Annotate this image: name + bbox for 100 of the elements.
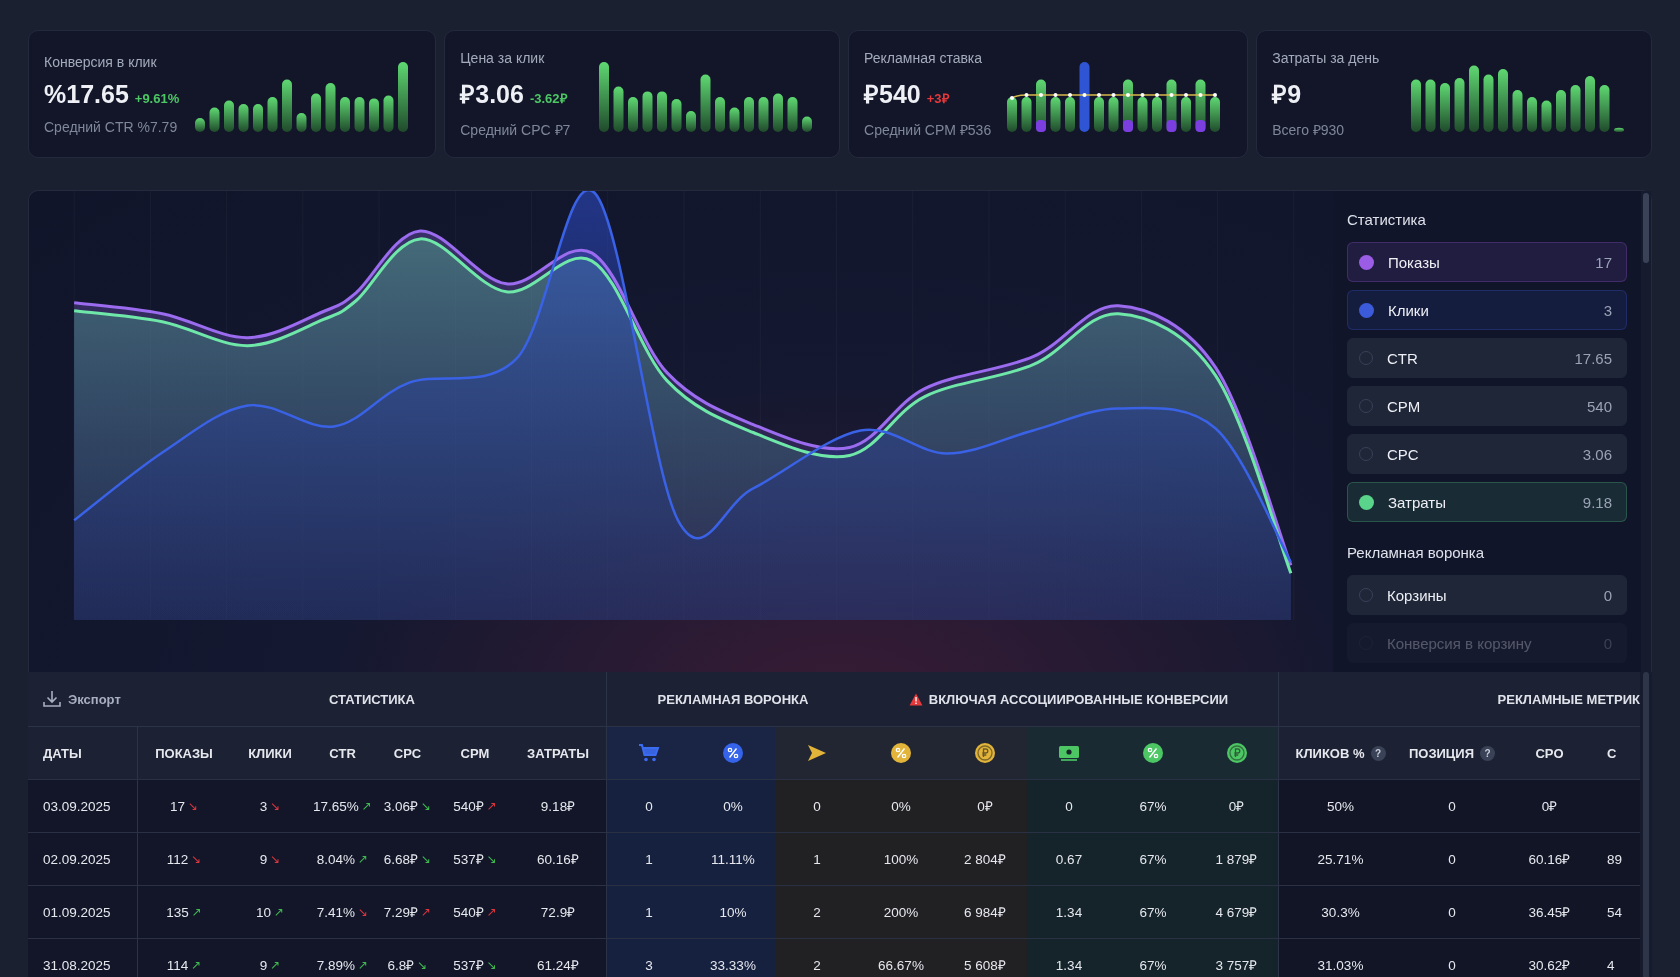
sparkline-bar xyxy=(758,97,769,132)
table-cell: 17 ↘ xyxy=(138,780,230,833)
metric-toggle[interactable]: Корзины 0 xyxy=(1347,575,1627,615)
column-header: ДАТЫ xyxy=(28,727,138,780)
table-cell: 0 xyxy=(1402,939,1502,977)
column-header: ПОЗИЦИЯ xyxy=(1408,745,1475,761)
table-cell: 8.04% ↗ xyxy=(310,833,375,886)
sparkline-bar xyxy=(628,97,639,132)
help-hint[interactable]: ? xyxy=(1480,745,1496,761)
table-cell: 3 ↘ xyxy=(230,780,310,833)
sparkline-bar xyxy=(802,116,813,132)
table-cell: 11.11% xyxy=(691,833,775,886)
table-cell: 67% xyxy=(1111,780,1195,833)
metric-toggle[interactable]: Клики 3 xyxy=(1347,290,1627,330)
card-title: Рекламная ставка xyxy=(864,49,984,66)
sparkline-bar xyxy=(383,95,394,132)
table-cell: 25.71% xyxy=(1279,833,1402,886)
table-cell: 540₽ ↗ xyxy=(440,886,510,939)
sparkline-bar xyxy=(700,74,711,132)
table-cell: 9.18₽ xyxy=(510,780,607,833)
sparkline-bar xyxy=(1599,85,1610,132)
table-cell: 135 ↗ xyxy=(138,886,230,939)
card-value: ₽540 xyxy=(864,78,921,110)
card-subtitle: Всего ₽930 xyxy=(1272,120,1346,139)
table-cell: 2 804₽ xyxy=(943,833,1027,886)
sparkline-bar xyxy=(1440,83,1450,132)
table-cell: 6.68₽ ↘ xyxy=(375,833,440,886)
table-cell: 30.3% xyxy=(1279,886,1402,939)
scrollbar[interactable] xyxy=(1641,191,1651,672)
sparkline-bar xyxy=(311,93,322,132)
table-cell: 0 xyxy=(775,780,859,833)
scrollbar[interactable] xyxy=(1640,672,1652,977)
table-cell: 0 xyxy=(607,780,691,833)
percent-icon xyxy=(1143,743,1163,763)
metric-toggle[interactable]: CPC 3.06 xyxy=(1347,434,1627,474)
table-cell: 7.41% ↘ xyxy=(310,886,375,939)
sparkline-bar xyxy=(1123,79,1134,132)
sparkline-bar xyxy=(773,93,784,132)
sparkline-bar xyxy=(744,97,755,132)
table-cell: 3.06₽ ↘ xyxy=(375,780,440,833)
sparkline-bar xyxy=(1585,76,1595,132)
sparkline-bar xyxy=(1556,90,1566,132)
table-cell: 66.67% xyxy=(859,939,943,977)
table-cell: 1 xyxy=(607,886,691,939)
sparkline-bar xyxy=(209,107,220,132)
sparkline-bar xyxy=(599,62,610,132)
card-subtitle: Средний CPC ₽7 xyxy=(460,120,571,139)
table-cell: 0 xyxy=(1402,780,1502,833)
table-cell: 9 ↘ xyxy=(230,833,310,886)
sparkline-bar xyxy=(1166,79,1177,132)
sparkline-bar xyxy=(398,62,409,132)
metric-toggle[interactable]: CTR 17.65 xyxy=(1347,338,1627,378)
sparkline-bar xyxy=(253,104,264,132)
sparkline-bar xyxy=(1021,97,1032,132)
percent-icon xyxy=(723,743,743,763)
table-cell: 0 xyxy=(1402,833,1502,886)
table-cell: 114 ↗ xyxy=(138,939,230,977)
table-cell: 3 757₽ xyxy=(1195,939,1279,977)
banknote-icon xyxy=(1058,745,1080,761)
table-cell: 3 xyxy=(607,939,691,977)
table-cell: 89 xyxy=(1597,833,1640,886)
card-delta: +3₽ xyxy=(926,89,950,107)
card-subtitle: Средний CPM ₽536 xyxy=(864,120,992,139)
sparkline-bar xyxy=(613,86,624,132)
sparkline-bar xyxy=(642,91,653,132)
table-cell: 0% xyxy=(859,780,943,833)
help-hint[interactable]: ? xyxy=(1370,745,1386,761)
group-header: СТАТИСТИКА xyxy=(138,672,607,727)
cart-icon xyxy=(638,743,660,763)
table-cell: 60.16₽ xyxy=(510,833,607,886)
sparkline-bar xyxy=(340,97,351,132)
table-cell: 0 xyxy=(1027,780,1111,833)
table-cell: 0% xyxy=(691,780,775,833)
sparkline-bar xyxy=(1065,97,1076,132)
table-cell: 30.62₽ xyxy=(1502,939,1597,977)
sparkline-bar xyxy=(1570,85,1581,132)
table-cell: 67% xyxy=(1111,939,1195,977)
date-cell: 31.08.2025 xyxy=(28,939,138,977)
download-icon xyxy=(42,689,62,709)
table-cell: 4 xyxy=(1597,939,1640,977)
card-value: ₽3.06 xyxy=(460,78,524,110)
sparkline-bar xyxy=(325,83,336,132)
sparkline-bar xyxy=(1137,97,1148,132)
card-delta: +9.61% xyxy=(134,90,180,106)
sparkline-bar xyxy=(1210,97,1221,132)
metric-toggle[interactable]: CPM 540 xyxy=(1347,386,1627,426)
sparkline-bar xyxy=(1425,79,1436,132)
metric-toggle[interactable]: Затраты 9.18 xyxy=(1347,482,1627,522)
sparkline-bar xyxy=(1036,79,1047,132)
coin-icon xyxy=(975,743,995,763)
metric-toggle[interactable]: Показы 17 xyxy=(1347,242,1627,282)
table-cell: 0₽ xyxy=(1502,780,1597,833)
table-cell: 10 ↗ xyxy=(230,886,310,939)
table-cell: 2 xyxy=(775,886,859,939)
table-cell: 4 679₽ xyxy=(1195,886,1279,939)
date-cell: 01.09.2025 xyxy=(28,886,138,939)
table-cell: 54 xyxy=(1597,886,1640,939)
table-cell: 1 xyxy=(775,833,859,886)
sparkline-bar xyxy=(1512,90,1523,132)
table-cell: 1 879₽ xyxy=(1195,833,1279,886)
